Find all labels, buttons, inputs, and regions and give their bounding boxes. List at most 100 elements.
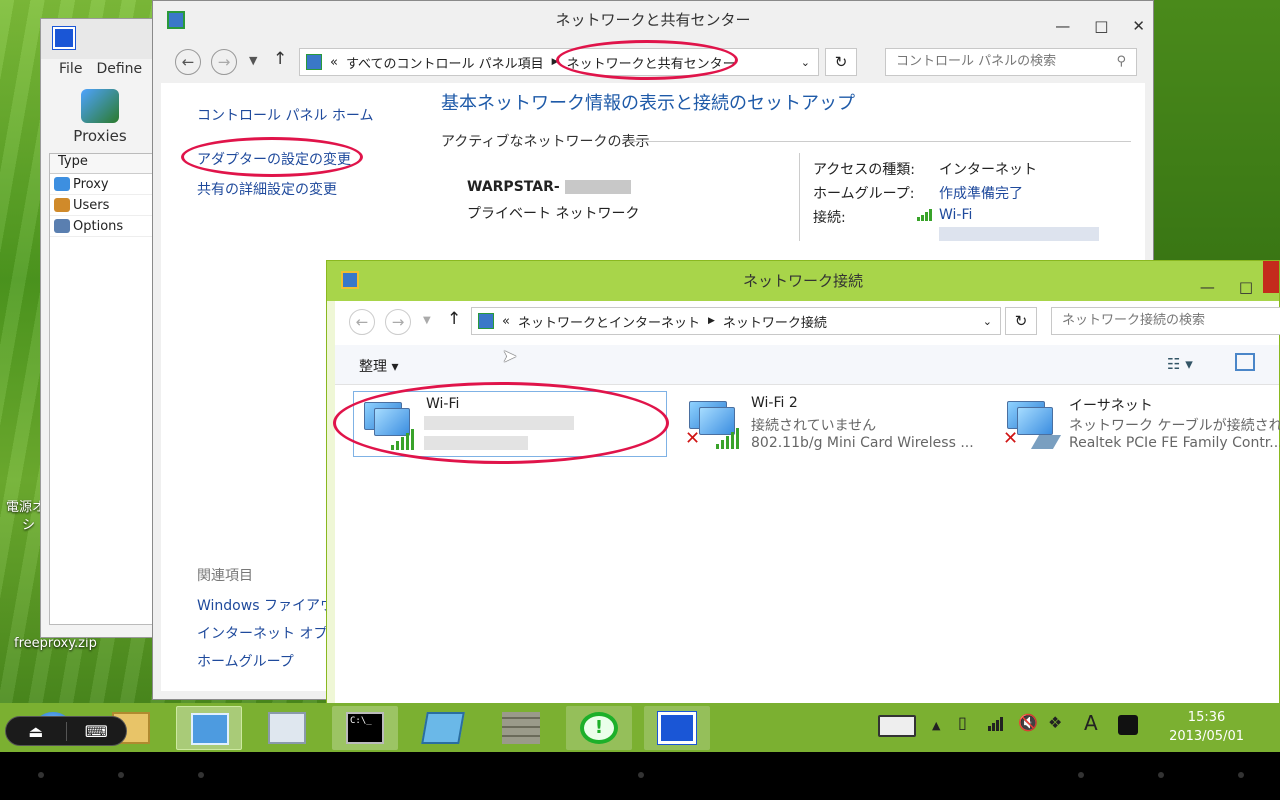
desktop-icon-label-partial[interactable]: シ [22, 514, 35, 533]
page-heading: 基本ネットワーク情報の表示と接続のセットアップ [441, 93, 855, 114]
network-tray-icon[interactable]: ❖ [1048, 713, 1062, 732]
breadcrumb-network-internet[interactable]: ネットワークとインターネット [518, 312, 700, 331]
breadcrumb-all-control-panel[interactable]: すべてのコントロール パネル項目 [346, 53, 544, 72]
adapter-ethernet[interactable]: ✕ イーサネット ネットワーク ケーブルが接続されていま Realtek PCI… [997, 391, 1280, 457]
up-arrow-icon[interactable]: ↑ [273, 49, 287, 69]
adapter-wifi-2[interactable]: ✕ Wi-Fi 2 接続されていません 802.11b/g Mini Card … [679, 391, 979, 457]
speaker-muted-icon[interactable]: 🔇 [1018, 713, 1038, 732]
ncw-address-bar[interactable]: « ネットワークとインターネット ▶ ネットワーク接続 ⌄ [471, 307, 1001, 335]
search-placeholder: コントロール パネルの検索 [896, 54, 1057, 69]
taskbar-window-button[interactable] [410, 706, 476, 750]
nav-dot [1078, 772, 1084, 778]
homegroup-link[interactable]: 作成準備完了 [939, 183, 1023, 203]
close-button[interactable] [1263, 261, 1279, 293]
resource-monitor-icon [268, 712, 306, 744]
battery-icon[interactable]: ▯ [958, 713, 967, 732]
proxy-type-list: Type Proxy Users Options [49, 153, 164, 625]
nav-dot [638, 772, 644, 778]
annotation-circle-adapter-link [181, 137, 363, 177]
power-app-icon: ! [580, 712, 618, 744]
search-icon[interactable]: ⚲ [1116, 49, 1126, 75]
breadcrumb-network-connections[interactable]: ネットワーク接続 [723, 312, 827, 331]
nsc-titlebar[interactable]: ネットワークと共有センター — □ ✕ [153, 1, 1153, 39]
section-label: アクティブなネットワークの表示 [441, 134, 650, 150]
proxy-app-logo-icon [52, 26, 76, 50]
taskbar-proxy-button[interactable] [644, 706, 710, 750]
network-adapter-icon: ✕ [1001, 399, 1062, 449]
annotation-circle-breadcrumb [556, 40, 738, 80]
taskbar-power-button[interactable]: ! [566, 706, 632, 750]
back-arrow-icon[interactable]: ← [349, 309, 375, 335]
link-advanced-sharing[interactable]: 共有の詳細設定の変更 [197, 179, 337, 199]
list-item-options[interactable]: Options [50, 216, 163, 237]
refresh-icon[interactable]: ↻ [825, 48, 857, 76]
taskbar-control-panel-button[interactable] [176, 706, 242, 750]
link-homegroup[interactable]: ホームグループ [197, 651, 294, 671]
access-type-value: インターネット [939, 162, 1037, 178]
proxies-icon [81, 89, 119, 123]
wifi-connection-link[interactable]: Wi-Fi [939, 207, 972, 223]
adapter-name: Wi-Fi 2 [751, 395, 798, 411]
up-arrow-icon[interactable]: ↑ [447, 309, 461, 329]
refresh-icon[interactable]: ↻ [1005, 307, 1037, 335]
control-panel-search-input[interactable]: コントロール パネルの検索 ⚲ [885, 48, 1137, 76]
disconnected-x-icon: ✕ [1003, 428, 1019, 449]
ime-pad-icon[interactable] [1118, 715, 1138, 735]
taskbar-monitor-button[interactable] [254, 706, 320, 750]
minimize-button[interactable]: — [1055, 7, 1070, 45]
preview-pane-icon[interactable] [1235, 353, 1255, 371]
menu-file[interactable]: File [59, 61, 82, 77]
address-dropdown-icon[interactable]: ⌄ [983, 315, 992, 328]
eject-icon[interactable]: ⏏ [6, 722, 66, 741]
breadcrumb-overflow[interactable]: « [330, 55, 338, 70]
adapter-status: 接続されていません [751, 418, 877, 434]
users-icon [54, 198, 70, 212]
column-header-type[interactable]: Type [50, 154, 163, 174]
view-options-icon[interactable]: ☷ ▾ [1167, 355, 1193, 373]
network-info-divider [799, 153, 800, 241]
ncw-content: ← → ▼ ↑ « ネットワークとインターネット ▶ ネットワーク接続 ⌄ ↻ … [335, 301, 1280, 704]
forward-arrow-icon[interactable]: → [211, 49, 237, 75]
mouse-cursor-icon: ➤ [502, 346, 518, 367]
ime-mode-indicator[interactable]: A [1084, 711, 1098, 735]
list-item-proxy[interactable]: Proxy [50, 174, 163, 195]
list-item-label: Users [73, 197, 110, 213]
close-button[interactable]: ✕ [1132, 7, 1145, 45]
annotation-circle-wifi-adapter [333, 382, 669, 464]
monitor-shape [1017, 407, 1053, 435]
taskbar-cmd-button[interactable]: C:\_ [332, 706, 398, 750]
desktop-icon-label-freeproxy[interactable]: freeproxy.zip [14, 636, 97, 651]
nav-dot [198, 772, 204, 778]
touch-keyboard-icon[interactable] [878, 715, 916, 737]
options-icon [54, 219, 70, 233]
clock-time: 15:36 [1187, 710, 1226, 725]
forward-arrow-icon[interactable]: → [385, 309, 411, 335]
maximize-button[interactable]: □ [1094, 7, 1108, 45]
address-dropdown-icon[interactable]: ⌄ [801, 56, 810, 69]
breadcrumb-overflow[interactable]: « [502, 314, 510, 329]
link-control-panel-home[interactable]: コントロール パネル ホーム [197, 105, 373, 125]
nsc-window-controls: — □ ✕ [1055, 7, 1145, 45]
system-clock[interactable]: 15:36 2013/05/01 [1169, 708, 1244, 746]
network-adapter-icon: ✕ [683, 399, 739, 449]
list-item-users[interactable]: Users [50, 195, 163, 216]
keyboard-icon[interactable]: ⌨ [65, 721, 127, 741]
ncw-title: ネットワーク接続 [742, 272, 863, 290]
network-connections-search-input[interactable]: ネットワーク接続の検索 [1051, 307, 1280, 335]
taskbar-firewall-button[interactable] [488, 706, 554, 750]
menu-define[interactable]: Define [96, 61, 142, 77]
list-item-label: Options [73, 218, 124, 234]
back-arrow-icon[interactable]: ← [175, 49, 201, 75]
network-connections-window: ネットワーク接続 — □ ← → ▼ ↑ « ネットワークとインターネット ▶ … [326, 260, 1280, 705]
organize-menu-button[interactable]: 整理 ▾ [359, 356, 398, 376]
tray-overflow-icon[interactable]: ▲ [932, 719, 940, 732]
signal-strength-icon[interactable] [988, 717, 1003, 731]
redacted-block [564, 180, 631, 194]
recent-dropdown-icon[interactable]: ▼ [423, 315, 431, 326]
proxies-toolbar-button[interactable]: Proxies [65, 89, 135, 145]
clock-date: 2013/05/01 [1169, 729, 1244, 744]
ncw-titlebar[interactable]: ネットワーク接続 — □ [327, 261, 1279, 301]
adapter-status: ネットワーク ケーブルが接続されていま [1069, 418, 1280, 434]
proxy-app-window: File Define Proxies Type Proxy Users Opt… [40, 18, 165, 638]
recent-dropdown-icon[interactable]: ▼ [249, 54, 257, 67]
